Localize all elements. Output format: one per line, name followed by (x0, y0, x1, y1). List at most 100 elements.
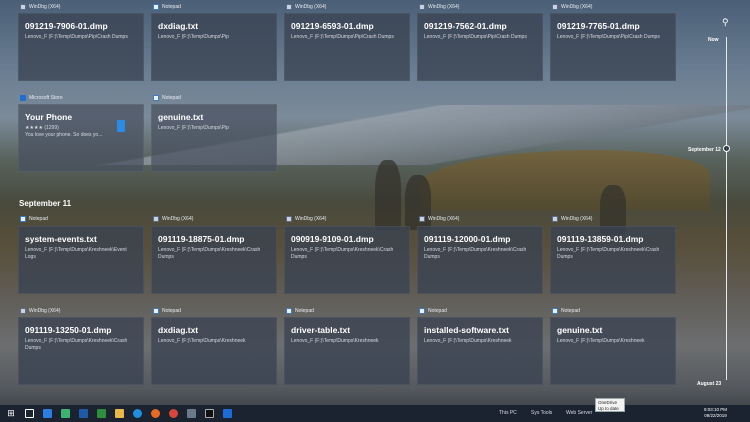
activity-app-header: Notepad (153, 4, 181, 10)
activity-path: Lenovo_F (F:)\Temp\Dumps\Pip (158, 34, 229, 40)
activity-app-name: Notepad (29, 216, 48, 222)
app-icon (78, 409, 88, 418)
activity-card[interactable]: genuine.txt Lenovo_F (F:)\Temp\Dumps\Kres… (550, 317, 676, 385)
activity-path: Lenovo_F (F:)\Temp\Dumps\Kreshneek\Crash… (424, 247, 527, 260)
activity-app-name: WinDbg (X64) (295, 216, 327, 222)
activity-app-name: WinDbg (X64) (29, 4, 61, 10)
start-button[interactable]: ⊞ (4, 408, 18, 420)
activity-path: Lenovo_F (F:)\Temp\Dumps\Pip\Crash Dumps (291, 34, 394, 40)
activity-app-name: WinDbg (X64) (428, 216, 460, 222)
windows-icon: ⊞ (7, 408, 15, 418)
activity-app-name: Notepad (295, 308, 314, 314)
activity-app-header: Notepad (419, 308, 447, 314)
activity-card[interactable]: driver-table.txt Lenovo_F (F:)\Temp\Dumps… (284, 317, 410, 385)
activity-card[interactable]: 091219-7765-01.dmp Lenovo_F (F:)\Temp\Dum… (550, 13, 676, 81)
activity-app-header: WinDbg (X64) (20, 4, 60, 10)
activity-card[interactable]: system-events.txt Lenovo_F (F:)\Temp\Dump… (18, 226, 144, 294)
task-view-button[interactable] (22, 408, 36, 420)
taskbar-app[interactable] (58, 408, 72, 420)
taskbar-app[interactable] (202, 408, 216, 420)
activity-title: installed-software.txt (424, 325, 510, 335)
activity-path: Lenovo_F (F:)\Temp\Dumps\Kreshneek\Crash… (557, 247, 660, 260)
system-clock[interactable]: 9:03:10 PM 09/22/2019 (704, 407, 727, 419)
activity-card[interactable]: dxdiag.txt Lenovo_F (F:)\Temp\Dumps\Kresh… (151, 317, 277, 385)
activity-card[interactable]: genuine.txt Lenovo_F (F:)\Temp\Dumps\Pip (151, 104, 277, 172)
taskbar-app[interactable] (166, 408, 180, 420)
timeline-scroll-handle[interactable] (723, 145, 730, 152)
activity-card[interactable]: 090919-9109-01.dmp Lenovo_F (F:)\Temp\Dum… (284, 226, 410, 294)
activity-path: Lenovo_F (F:)\Temp\Dumps\Kreshneek\Crash… (291, 247, 394, 260)
clock-date: 09/22/2019 (704, 413, 727, 418)
activity-card[interactable]: 091119-18875-01.dmp Lenovo_F (F:)\Temp\Du… (151, 226, 277, 294)
activity-card[interactable]: installed-software.txt Lenovo_F (F:)\Temp… (417, 317, 543, 385)
activity-app-name: WinDbg (X64) (561, 216, 593, 222)
activity-app-header: WinDbg (X64) (419, 216, 459, 222)
activity-title: 091119-12000-01.dmp (424, 234, 511, 244)
activity-title: 091119-18875-01.dmp (158, 234, 245, 244)
toolbar-web-server[interactable]: Web Server (566, 410, 592, 416)
activity-app-header: WinDbg (X64) (419, 4, 459, 10)
notepad-icon (153, 4, 159, 10)
windbg-icon (20, 308, 26, 314)
notepad-icon (286, 308, 292, 314)
toolbar-this-pc[interactable]: This PC (499, 410, 517, 416)
timeline-now-label: Now (708, 37, 719, 43)
search-icon[interactable]: ⚲ (722, 17, 729, 28)
activity-app-header: Notepad (153, 308, 181, 314)
taskbar-app[interactable] (148, 408, 162, 420)
windbg-icon (419, 216, 425, 222)
app-icon (186, 409, 196, 418)
activity-path: Lenovo_F (F:)\Temp\Dumps\Pip\Crash Dumps (424, 34, 527, 40)
windbg-icon (552, 4, 558, 10)
activity-title: Your Phone (25, 112, 73, 122)
taskbar-app[interactable] (220, 408, 234, 420)
activity-card[interactable]: 091219-6593-01.dmp Lenovo_F (F:)\Temp\Dum… (284, 13, 410, 81)
activity-app-name: Notepad (162, 308, 181, 314)
chrome-icon (168, 409, 178, 418)
activity-card[interactable]: 091119-12000-01.dmp Lenovo_F (F:)\Temp\Du… (417, 226, 543, 294)
toolbar-sys-tools[interactable]: Sys Tools (531, 410, 552, 416)
activity-path: Lenovo_F (F:)\Temp\Dumps\Pip\Crash Dumps (25, 34, 128, 40)
app-icon (96, 409, 106, 418)
taskbar-app[interactable] (112, 408, 126, 420)
activity-path: Lenovo_F (F:)\Temp\Dumps\Pip\Crash Dumps (557, 34, 660, 40)
activity-title: 091219-6593-01.dmp (291, 21, 374, 31)
taskbar-app[interactable] (40, 408, 54, 420)
activity-app-name: WinDbg (X64) (561, 4, 593, 10)
activity-card[interactable]: dxdiag.txt Lenovo_F (F:)\Temp\Dumps\Pip (151, 13, 277, 81)
timeline-scrollbar[interactable] (726, 37, 727, 380)
activity-card[interactable]: Your Phone ★★★★ (1299) You love your phon… (18, 104, 144, 172)
activity-app-header: WinDbg (X64) (552, 216, 592, 222)
taskbar-app[interactable] (184, 408, 198, 420)
activity-app-header: WinDbg (X64) (552, 4, 592, 10)
activity-card[interactable]: 091219-7906-01.dmp Lenovo_F (F:)\Temp\Dum… (18, 13, 144, 81)
activity-app-name: WinDbg (X64) (29, 308, 61, 314)
activity-title: 090919-9109-01.dmp (291, 234, 374, 244)
activity-title: genuine.txt (158, 112, 204, 122)
app-icon (60, 409, 70, 418)
notepad-icon (153, 95, 159, 101)
activity-title: dxdiag.txt (158, 325, 199, 335)
activity-app-header: WinDbg (X64) (153, 216, 193, 222)
activity-card[interactable]: 091219-7562-01.dmp Lenovo_F (F:)\Temp\Dum… (417, 13, 543, 81)
notepad-icon (20, 216, 26, 222)
timeline-date-label: September 12 (688, 147, 721, 153)
activity-path: Lenovo_F (F:)\Temp\Dumps\Kreshneek\Crash… (25, 338, 128, 351)
taskbar-app[interactable] (94, 408, 108, 420)
windbg-icon (20, 4, 26, 10)
activity-app-name: Microsoft Store (29, 95, 63, 101)
activity-path: Lenovo_F (F:)\Temp\Dumps\Kreshneek\Crash… (158, 247, 261, 260)
activity-card[interactable]: 091119-13859-01.dmp Lenovo_F (F:)\Temp\Du… (550, 226, 676, 294)
windbg-icon (286, 216, 292, 222)
taskbar-app[interactable] (130, 408, 144, 420)
task-view-icon (24, 409, 34, 418)
activity-app-header: Notepad (153, 95, 181, 101)
activity-app-header: WinDbg (X64) (286, 4, 326, 10)
activity-app-header: Notepad (20, 216, 48, 222)
activity-title: genuine.txt (557, 325, 603, 335)
activity-app-name: WinDbg (X64) (295, 4, 327, 10)
activity-app-header: WinDbg (X64) (286, 216, 326, 222)
firefox-icon (150, 409, 160, 418)
taskbar-app[interactable] (76, 408, 90, 420)
activity-card[interactable]: 091119-13250-01.dmp Lenovo_F (F:)\Temp\Du… (18, 317, 144, 385)
